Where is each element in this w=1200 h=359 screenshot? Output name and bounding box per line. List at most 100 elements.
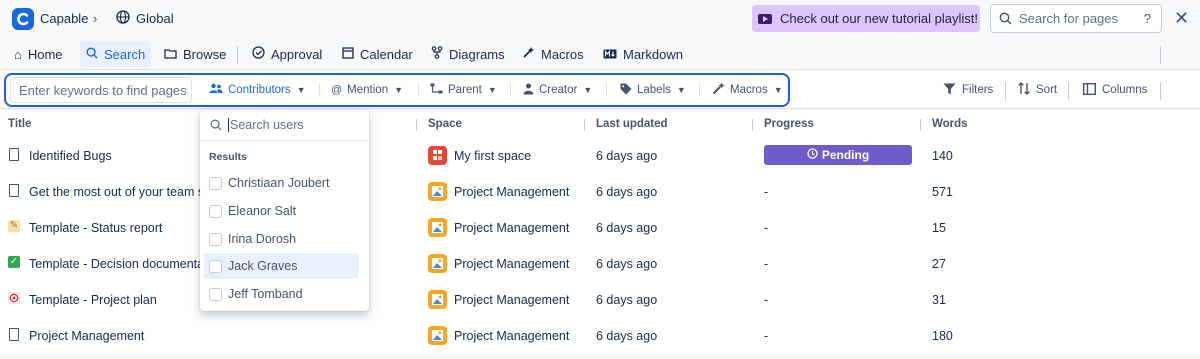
contributors-filter[interactable]: Contributors ▼: [209, 79, 306, 101]
table-row[interactable]: Project Management Project Management 6 …: [0, 318, 1200, 354]
space-avatar-icon: [428, 146, 447, 165]
toolbar-divider: [1005, 82, 1006, 100]
top-bar: Capable › Global Check out our new tutor…: [0, 0, 1200, 38]
checkbox[interactable]: [209, 204, 222, 218]
help-icon[interactable]: ?: [1144, 11, 1151, 26]
user-option[interactable]: Jack Graves: [204, 253, 359, 279]
checkbox[interactable]: [209, 287, 222, 301]
markdown-icon: [603, 47, 617, 62]
top-search-input[interactable]: Search for pages ?: [990, 4, 1162, 33]
row-space[interactable]: Project Management: [454, 221, 569, 235]
table-row[interactable]: Identified Bugs My first space 6 days ag…: [0, 138, 1200, 174]
row-space[interactable]: Project Management: [454, 329, 569, 343]
row-progress: -: [764, 185, 769, 199]
home-icon: ⌂: [14, 46, 22, 62]
row-title[interactable]: Project Management: [29, 329, 144, 343]
chip-divider: [606, 83, 607, 97]
sort-icon: [1018, 82, 1030, 98]
filters-button[interactable]: Filters: [943, 79, 993, 101]
toolbar-divider: [1160, 82, 1161, 100]
nav-diagrams[interactable]: Diagrams: [425, 41, 511, 67]
user-search-input[interactable]: Search users: [200, 110, 369, 141]
user-option-label: Eleanor Salt: [228, 204, 297, 218]
person-icon: [523, 83, 534, 98]
check-circle-icon: [252, 46, 265, 62]
nav-macros-label: Macros: [541, 46, 584, 62]
column-divider[interactable]: [920, 119, 921, 131]
wand-icon: [712, 82, 725, 98]
nav-calendar[interactable]: Calendar: [336, 41, 419, 67]
column-title[interactable]: Title: [8, 118, 31, 130]
user-option[interactable]: Jeff Tomband: [204, 281, 359, 307]
breadcrumb-app[interactable]: Capable: [40, 11, 88, 26]
row-words: 15: [932, 221, 946, 235]
macros-label: Macros: [730, 84, 768, 96]
nav-approval[interactable]: Approval: [246, 41, 328, 67]
creator-filter[interactable]: Creator ▼: [523, 79, 592, 101]
row-words: 571: [932, 185, 953, 199]
nav-markdown[interactable]: Markdown: [597, 41, 689, 67]
mention-label: Mention: [347, 84, 389, 96]
search-icon: [210, 119, 222, 131]
filter-icon: [943, 83, 956, 98]
hierarchy-icon: [430, 83, 443, 97]
columns-button[interactable]: Columns: [1082, 79, 1147, 101]
column-words[interactable]: Words: [932, 118, 968, 130]
column-last-updated[interactable]: Last updated: [596, 118, 668, 130]
sort-button[interactable]: Sort: [1018, 79, 1057, 101]
close-icon[interactable]: ✕: [1174, 9, 1189, 27]
macros-filter[interactable]: Macros ▼: [712, 79, 783, 101]
checkbox[interactable]: [209, 259, 222, 273]
app-logo-icon[interactable]: [12, 8, 34, 30]
nav-browse[interactable]: Browse: [158, 41, 232, 67]
row-title[interactable]: Get the most out of your team s: [29, 185, 204, 199]
mention-filter[interactable]: @ Mention ▼: [331, 79, 403, 101]
keyword-search-input[interactable]: Enter keywords to find pages: [10, 77, 192, 103]
nav-home[interactable]: ⌂ Home: [8, 41, 69, 67]
chip-divider: [319, 83, 320, 97]
nav-markdown-label: Markdown: [623, 46, 683, 62]
column-divider[interactable]: [584, 119, 585, 131]
row-title[interactable]: Template - Decision documenta: [29, 257, 204, 271]
table-row[interactable]: Template - Project plan Project Manageme…: [0, 282, 1200, 318]
promo-label: Check out our new tutorial playlist!: [780, 11, 978, 26]
user-option[interactable]: Christiaan Joubert: [204, 170, 359, 196]
main-nav: ⌂ Home Search Browse Approval Calendar D…: [0, 38, 1200, 97]
parent-filter[interactable]: Parent ▼: [430, 79, 497, 101]
space-avatar-icon: [428, 254, 447, 273]
nav-search[interactable]: Search: [80, 41, 152, 67]
checkbox[interactable]: [209, 176, 222, 190]
row-title[interactable]: Template - Project plan: [29, 293, 157, 307]
user-option-label: Christiaan Joubert: [228, 176, 330, 190]
table-row[interactable]: ✓ Template - Decision documenta Project …: [0, 246, 1200, 282]
column-divider[interactable]: [416, 119, 417, 131]
row-title[interactable]: Template - Status report: [29, 221, 162, 235]
row-space[interactable]: My first space: [454, 149, 531, 163]
nav-macros[interactable]: Macros: [516, 41, 590, 67]
row-space[interactable]: Project Management: [454, 293, 569, 307]
filters-label: Filters: [962, 84, 994, 96]
space-avatar-icon: [428, 290, 447, 309]
tutorial-promo-button[interactable]: Check out our new tutorial playlist!: [752, 5, 980, 32]
user-option[interactable]: Irina Dorosh: [204, 226, 359, 252]
checkbox[interactable]: [209, 232, 222, 246]
row-space[interactable]: Project Management: [454, 257, 569, 271]
row-title[interactable]: Identified Bugs: [29, 149, 112, 163]
youtube-icon: [758, 13, 772, 24]
labels-filter[interactable]: Labels ▼: [620, 79, 686, 101]
toolbar-divider: [1068, 82, 1069, 100]
user-option[interactable]: Eleanor Salt: [204, 198, 359, 224]
calendar-icon: [342, 46, 354, 62]
column-divider[interactable]: [752, 119, 753, 131]
column-progress[interactable]: Progress: [764, 118, 814, 130]
nav-divider: [1160, 46, 1161, 64]
user-option-label: Jeff Tomband: [228, 287, 303, 301]
column-space[interactable]: Space: [428, 118, 462, 130]
table-row[interactable]: ✎ Template - Status report Project Manag…: [0, 210, 1200, 246]
row-space[interactable]: Project Management: [454, 185, 569, 199]
table-row[interactable]: Get the most out of your team s Project …: [0, 174, 1200, 210]
memo-emoji-icon: ✎: [8, 220, 20, 232]
search-icon: [86, 47, 98, 62]
row-words: 27: [932, 257, 946, 271]
breadcrumb-space[interactable]: Global: [136, 11, 174, 26]
